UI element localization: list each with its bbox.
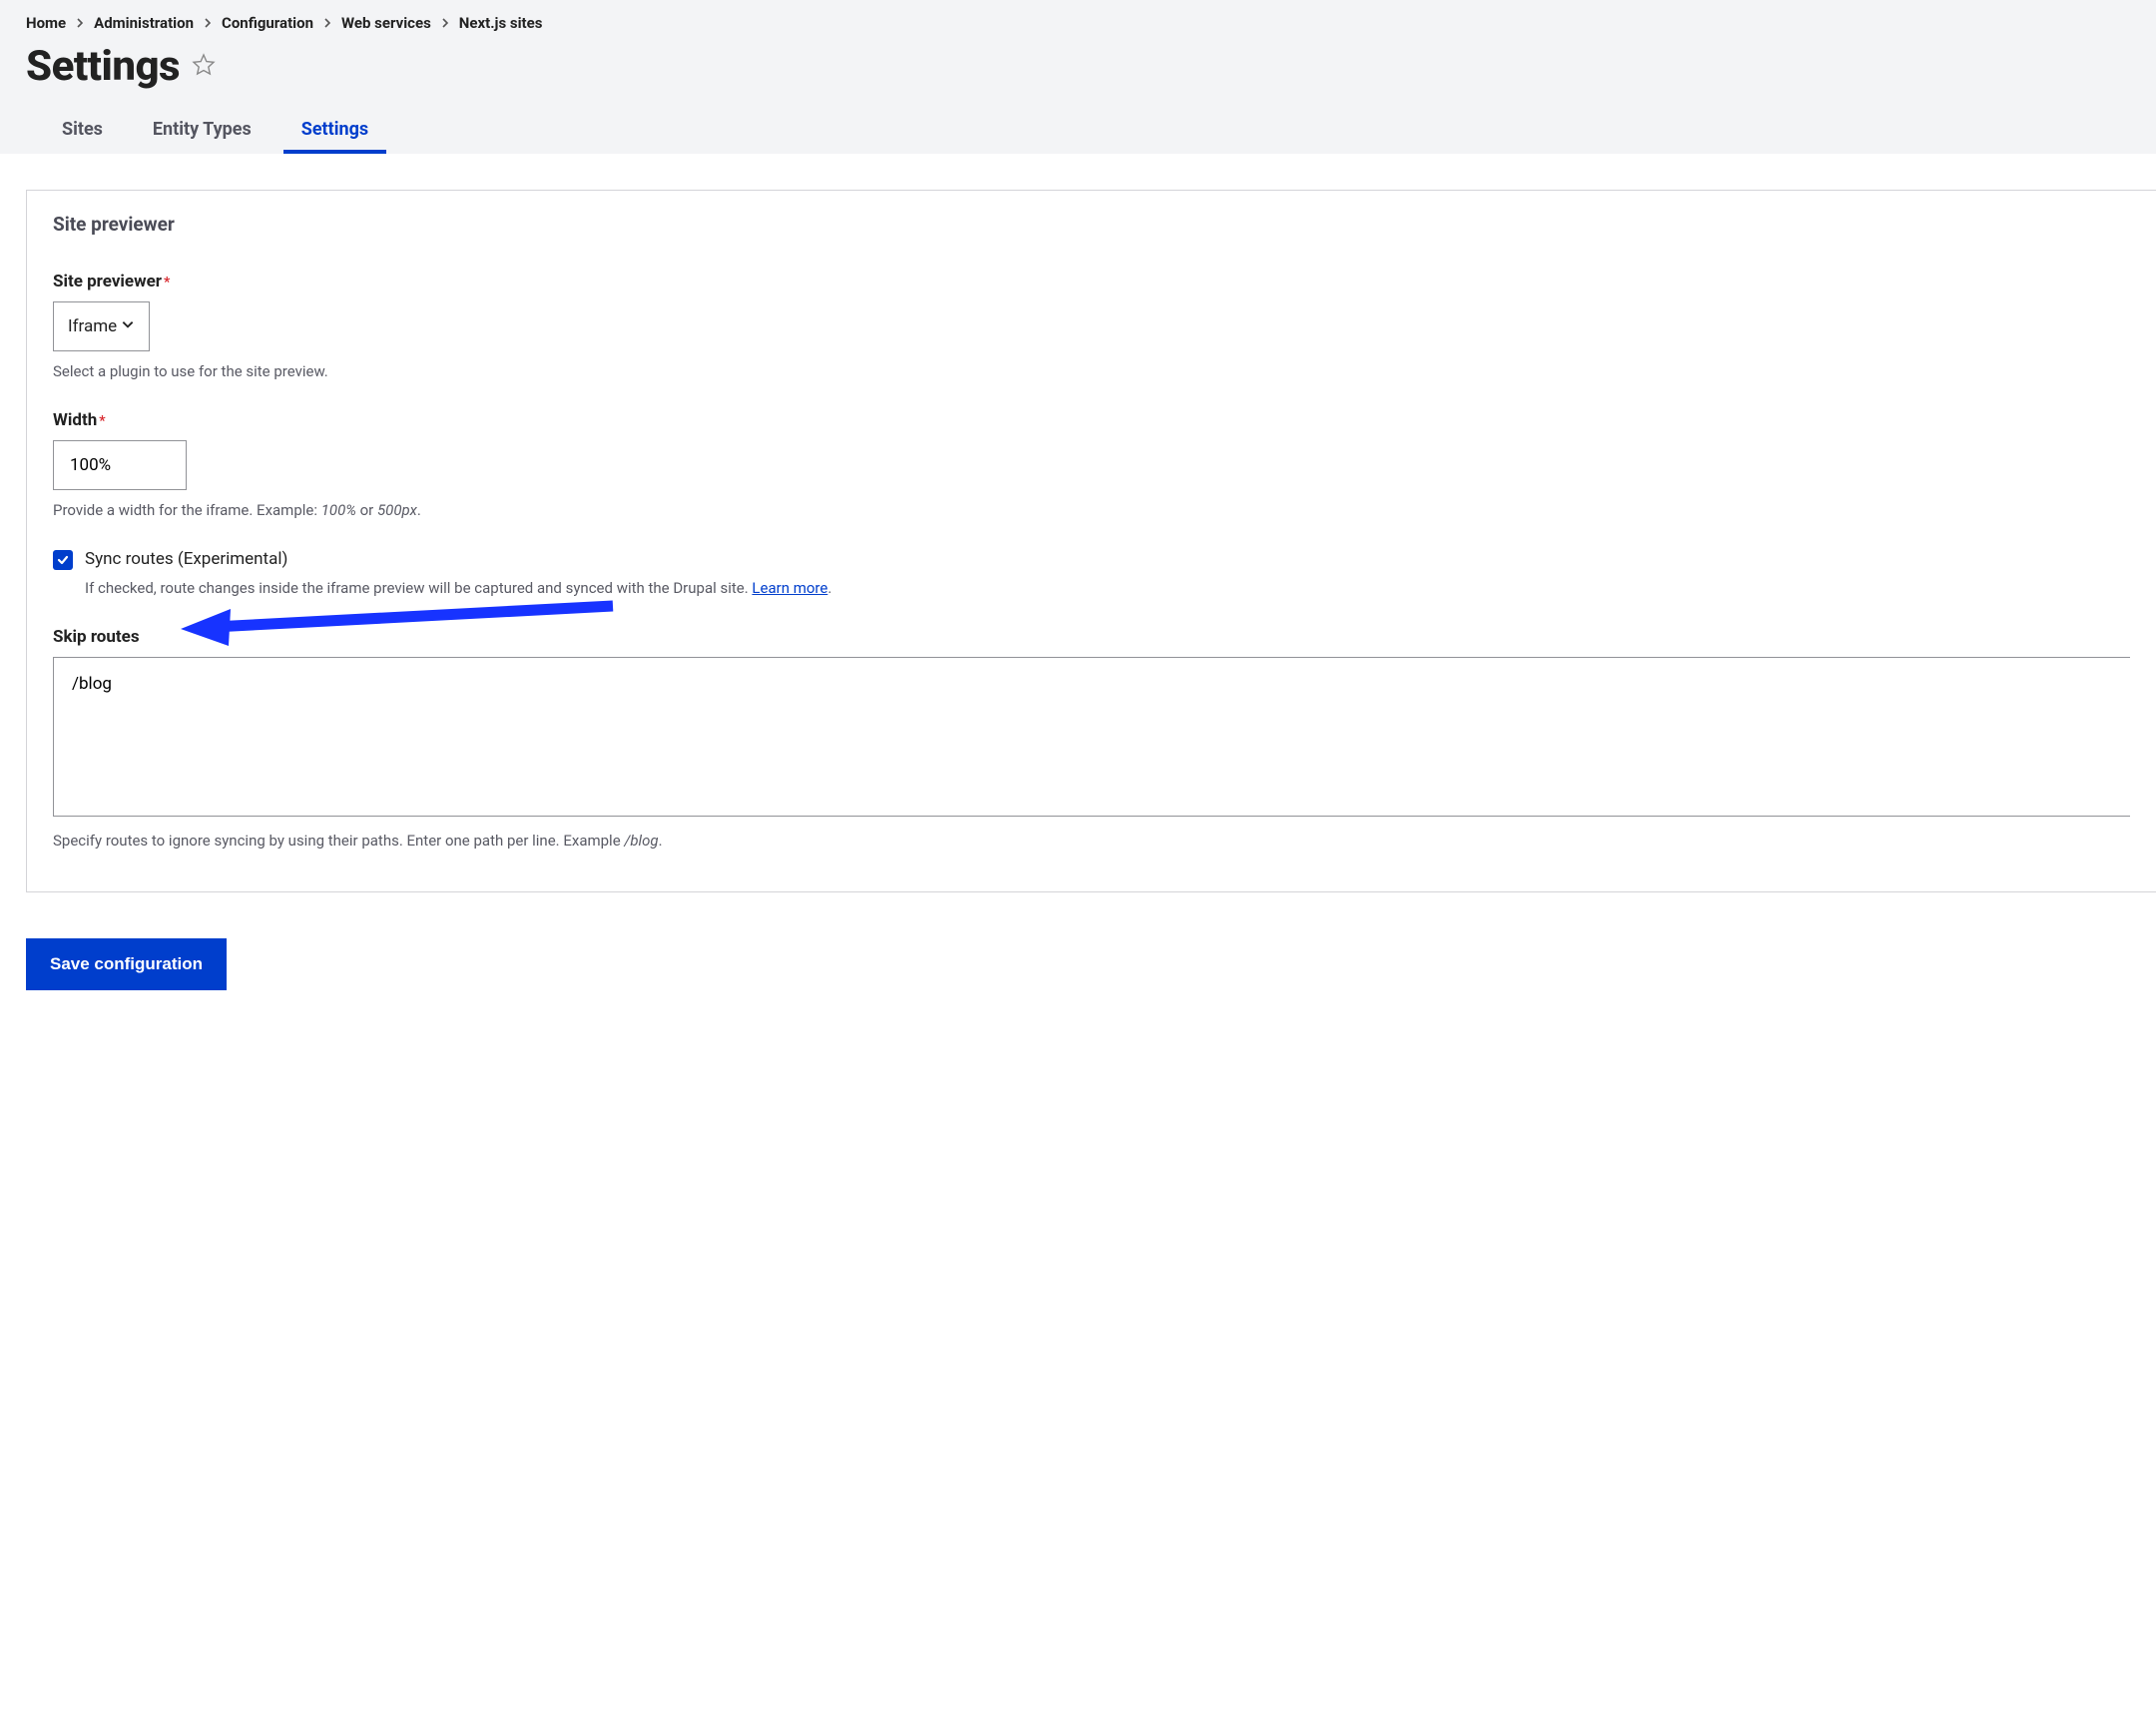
width-input[interactable] <box>53 440 187 490</box>
chevron-right-icon <box>76 18 84 28</box>
breadcrumb-item[interactable]: Web services <box>341 14 431 32</box>
tab-settings[interactable]: Settings <box>301 119 368 154</box>
tabs: Sites Entity Types Settings <box>26 119 2130 154</box>
sync-routes-checkbox[interactable] <box>53 550 73 570</box>
main-content: Site previewer Site previewer* Iframe Se… <box>0 154 2156 1030</box>
skip-routes-label: Skip routes <box>53 627 2130 647</box>
header-region: Home Administration Configuration Web se… <box>0 0 2156 154</box>
chevron-right-icon <box>323 18 331 28</box>
breadcrumb-item[interactable]: Next.js sites <box>459 14 543 32</box>
tab-entity-types[interactable]: Entity Types <box>153 119 252 154</box>
width-field: Width* Provide a width for the iframe. E… <box>53 410 2130 521</box>
breadcrumb-item[interactable]: Home <box>26 14 66 32</box>
skip-routes-textarea[interactable] <box>53 657 2130 817</box>
tab-sites[interactable]: Sites <box>62 119 103 154</box>
required-indicator: * <box>99 413 105 429</box>
star-icon[interactable] <box>192 53 216 81</box>
chevron-right-icon <box>204 18 212 28</box>
required-indicator: * <box>164 275 170 290</box>
sync-routes-label: Sync routes (Experimental) <box>85 549 287 569</box>
site-previewer-field: Site previewer* Iframe Select a plugin t… <box>53 272 2130 382</box>
site-previewer-label: Site previewer* <box>53 272 2130 291</box>
check-icon <box>56 553 70 567</box>
title-row: Settings <box>26 42 2130 91</box>
width-help: Provide a width for the iframe. Example:… <box>53 500 2130 521</box>
breadcrumb: Home Administration Configuration Web se… <box>26 14 2130 32</box>
save-configuration-button[interactable]: Save configuration <box>26 938 227 990</box>
sync-routes-help: If checked, route changes inside the ifr… <box>85 578 2130 599</box>
skip-routes-help: Specify routes to ignore syncing by usin… <box>53 831 2130 852</box>
breadcrumb-item[interactable]: Configuration <box>222 14 313 32</box>
breadcrumb-item[interactable]: Administration <box>94 14 194 32</box>
width-label: Width* <box>53 410 2130 430</box>
chevron-down-icon <box>121 316 135 336</box>
sync-routes-field: Sync routes (Experimental) If checked, r… <box>53 549 2130 599</box>
site-previewer-panel: Site previewer Site previewer* Iframe Se… <box>26 190 2156 892</box>
page-title: Settings <box>26 42 180 91</box>
panel-heading: Site previewer <box>53 213 2130 236</box>
site-previewer-help: Select a plugin to use for the site prev… <box>53 361 2130 382</box>
skip-routes-field: Skip routes Specify routes to ignore syn… <box>53 627 2130 852</box>
chevron-right-icon <box>441 18 449 28</box>
site-previewer-select[interactable]: Iframe <box>53 301 150 351</box>
learn-more-link[interactable]: Learn more <box>752 579 827 597</box>
